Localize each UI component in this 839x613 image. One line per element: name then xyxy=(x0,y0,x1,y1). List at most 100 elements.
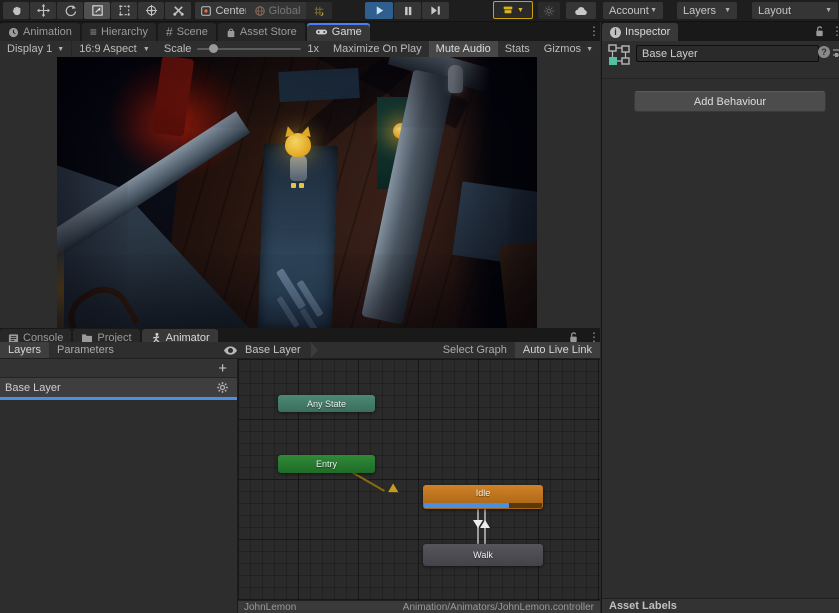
scale-value: 1x xyxy=(307,43,319,55)
chevron-down-icon: ▼ xyxy=(724,7,731,14)
transform-tool-button[interactable] xyxy=(138,2,164,19)
status-controller-name: JohnLemon xyxy=(244,602,296,613)
add-layer-button[interactable]: + xyxy=(218,361,227,376)
state-node-label: Idle xyxy=(476,488,491,498)
preset-icon[interactable] xyxy=(833,47,839,58)
breadcrumb-label: Base Layer xyxy=(245,344,301,356)
layer-name-field[interactable]: Base Layer xyxy=(636,45,819,62)
tab-hierarchy[interactable]: ≡ Hierarchy xyxy=(82,23,156,41)
character-foot xyxy=(299,183,304,188)
animator-layers-tab[interactable]: Layers xyxy=(0,342,49,358)
game-viewport[interactable] xyxy=(57,57,537,328)
breadcrumb[interactable]: Base Layer xyxy=(245,342,318,358)
chevron-down-icon: ▼ xyxy=(143,46,150,53)
archive-box-icon xyxy=(502,4,514,16)
maximize-on-play-button[interactable]: Maximize On Play xyxy=(326,41,429,57)
tab-scene[interactable]: # Scene xyxy=(158,23,216,41)
pivot-center-label: Center xyxy=(215,5,248,17)
playback-progress-track xyxy=(424,503,542,508)
aspect-label: 16:9 Aspect xyxy=(79,43,137,55)
select-graph-label: Select Graph xyxy=(443,344,507,356)
play-button[interactable] xyxy=(365,2,393,19)
state-node-label: Entry xyxy=(316,459,337,469)
layers-panel-header: + xyxy=(0,359,237,378)
cloud-collab-button[interactable] xyxy=(566,2,596,19)
state-node-idle[interactable]: Idle xyxy=(423,485,543,509)
rect-tool-button[interactable] xyxy=(111,2,137,19)
scale-slider-knob[interactable] xyxy=(209,44,218,53)
mute-audio-button[interactable]: Mute Audio xyxy=(429,41,498,57)
stats-label: Stats xyxy=(505,43,530,55)
gear-icon[interactable] xyxy=(216,381,229,394)
move-tool-button[interactable] xyxy=(30,2,56,19)
scale-icon xyxy=(91,4,104,17)
state-node-walk[interactable]: Walk xyxy=(423,544,543,566)
grid-snap-icon xyxy=(313,5,325,17)
layers-dropdown[interactable]: Layers ▼ xyxy=(677,2,737,19)
rotation-global-button[interactable]: Global xyxy=(246,2,308,19)
game-panel-menu-icon[interactable]: ⋮ xyxy=(588,25,600,37)
gamepad-icon xyxy=(315,27,328,37)
pause-button[interactable] xyxy=(394,2,421,19)
main-toolbar: Center Global ▼ Account ▼ Layers ▼ Layou… xyxy=(0,0,839,22)
divider xyxy=(602,78,839,79)
pivot-icon xyxy=(200,5,212,17)
help-icon[interactable]: ? xyxy=(818,46,830,58)
cloud-icon xyxy=(574,5,588,17)
tab-asset-store[interactable]: Asset Store xyxy=(218,23,305,41)
chevron-down-icon: ▼ xyxy=(650,7,657,14)
rotation-global-label: Global xyxy=(269,5,301,17)
display-dropdown[interactable]: Display 1 ▼ xyxy=(0,41,71,57)
transition-arrowhead xyxy=(388,483,401,496)
grid-snap-button[interactable] xyxy=(306,2,332,19)
hand-tool-button[interactable] xyxy=(3,2,29,19)
aspect-dropdown[interactable]: 16:9 Aspect ▼ xyxy=(71,41,157,57)
tab-animation[interactable]: Animation xyxy=(0,23,80,41)
character-head xyxy=(285,133,311,157)
chevron-down-icon: ▼ xyxy=(517,7,524,14)
layout-label: Layout xyxy=(758,5,791,17)
progressive-lightmap-button[interactable] xyxy=(538,2,560,19)
animator-graph[interactable]: Any State Entry Idle Walk xyxy=(238,359,600,600)
step-icon xyxy=(430,5,441,16)
tab-game[interactable]: Game xyxy=(307,23,370,41)
state-node-any-state[interactable]: Any State xyxy=(278,395,375,412)
asset-labels-section[interactable]: Asset Labels xyxy=(602,598,839,613)
select-graph-button[interactable]: Select Graph xyxy=(435,342,515,358)
inspector-menu-icon[interactable]: ⋮ xyxy=(831,25,839,37)
custom-tool-button[interactable] xyxy=(165,2,191,19)
rotate-tool-button[interactable] xyxy=(57,2,83,19)
layers-label: Layers xyxy=(683,5,716,17)
tab-label: Inspector xyxy=(625,26,670,38)
stats-button[interactable]: Stats xyxy=(498,41,537,57)
add-behaviour-button[interactable]: Add Behaviour xyxy=(634,91,826,112)
layout-dropdown[interactable]: Layout ▼ xyxy=(752,2,838,19)
tab-inspector[interactable]: i Inspector xyxy=(602,23,678,41)
state-machine-icon xyxy=(608,44,630,66)
scale-label: Scale xyxy=(164,43,192,55)
rect-tool-icon xyxy=(118,4,131,17)
version-control-button[interactable]: ▼ xyxy=(493,1,533,19)
left-panel-tabbar: Animation ≡ Hierarchy # Scene Asset Stor… xyxy=(0,22,600,41)
account-dropdown[interactable]: Account ▼ xyxy=(603,2,663,19)
layer-name-field-value: Base Layer xyxy=(642,48,698,60)
step-button[interactable] xyxy=(422,2,449,19)
auto-live-link-button[interactable]: Auto Live Link xyxy=(515,342,600,358)
layer-item-base-layer[interactable]: Base Layer xyxy=(0,378,237,400)
unlock-icon[interactable] xyxy=(814,25,825,38)
eye-icon[interactable] xyxy=(224,346,237,355)
transform-icon xyxy=(145,4,158,17)
playback-progress-bar xyxy=(424,503,509,508)
asset-labels-label: Asset Labels xyxy=(609,600,677,612)
hand-icon xyxy=(10,4,23,17)
state-node-entry[interactable]: Entry xyxy=(278,455,375,473)
animator-parameters-tab[interactable]: Parameters xyxy=(49,342,122,358)
animator-status-bar: JohnLemon Animation/Animators/JohnLemon.… xyxy=(238,600,600,613)
chevron-down-icon: ▼ xyxy=(825,7,832,14)
scale-slider[interactable] xyxy=(197,44,301,54)
gizmos-dropdown[interactable]: Gizmos ▼ xyxy=(537,41,600,57)
scale-tool-button[interactable] xyxy=(84,2,110,19)
shopping-bag-icon xyxy=(226,27,236,38)
tab-label: Animation xyxy=(23,26,72,38)
display-label: Display 1 xyxy=(7,43,52,55)
